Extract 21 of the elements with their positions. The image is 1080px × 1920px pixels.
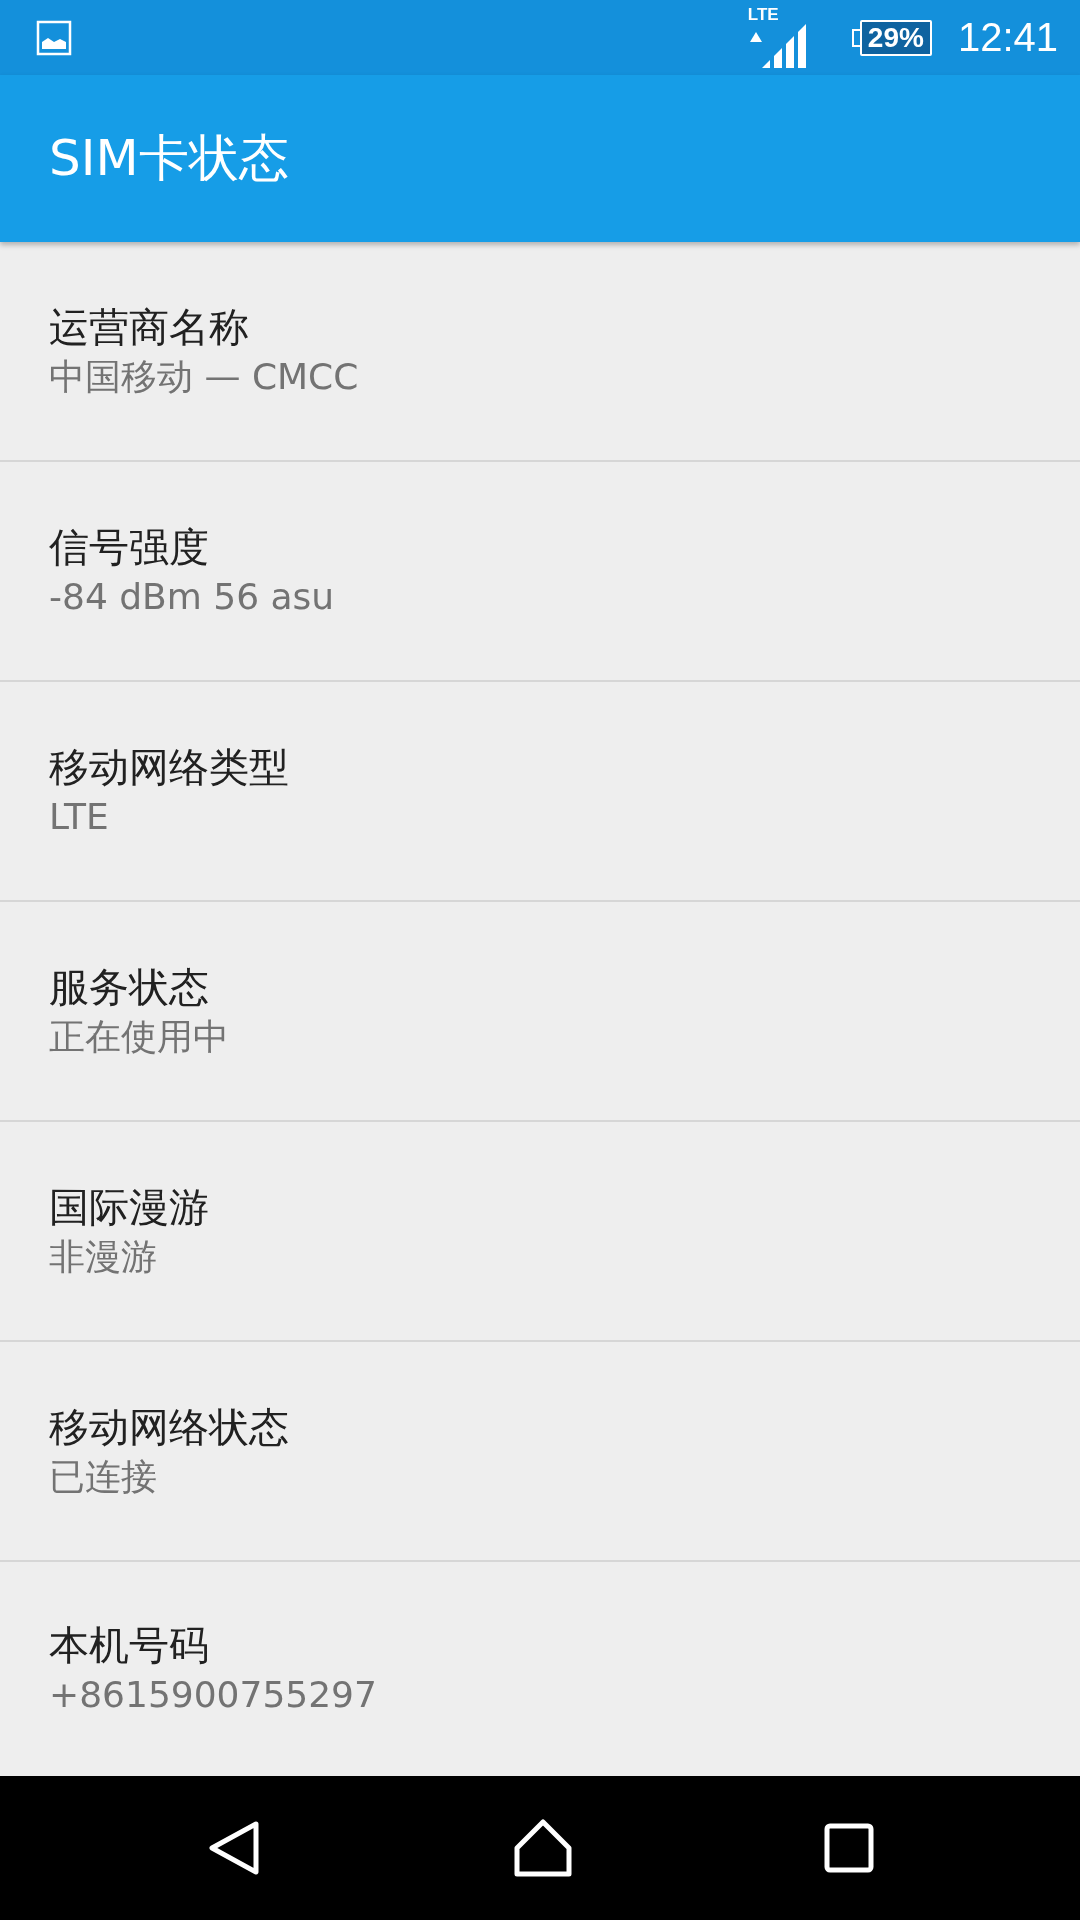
item-value: 已连接: [49, 1455, 158, 1499]
battery-indicator: 29%: [851, 19, 932, 56]
item-title: 信号强度: [49, 523, 210, 572]
item-title: 国际漫游: [49, 1183, 210, 1232]
item-value: 正在使用中: [49, 1015, 230, 1059]
item-value: 中国移动 — CMCC: [49, 355, 360, 399]
item-title: 移动网络状态: [49, 1403, 290, 1452]
item-value: LTE: [49, 795, 110, 839]
screen-title: SIM卡状态: [49, 128, 289, 189]
item-title: 移动网络类型: [49, 743, 290, 792]
home-icon[interactable]: [513, 1818, 573, 1878]
clock: 12:41: [957, 15, 1058, 60]
network-type: LTE: [747, 5, 779, 24]
item-value: -84 dBm 56 asu: [49, 575, 336, 619]
recents-icon[interactable]: [824, 1823, 875, 1873]
item-title: 本机号码: [49, 1620, 210, 1670]
image-icon: [36, 19, 72, 56]
item-title: 服务状态: [49, 963, 210, 1012]
item-value: 非漫游: [49, 1235, 158, 1279]
item-value: +8615900755297: [49, 1672, 378, 1717]
item-title: 运营商名称: [49, 303, 250, 352]
